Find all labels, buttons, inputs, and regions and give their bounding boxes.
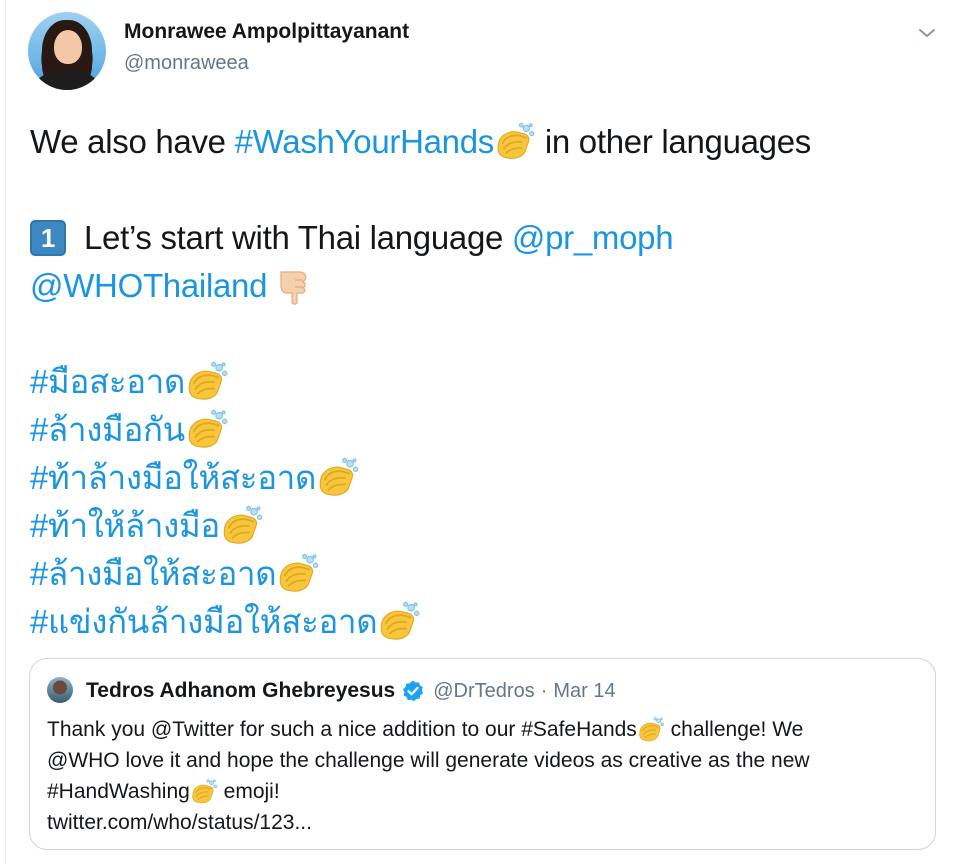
washing-hands-emoji [316, 456, 360, 500]
thai-hashtag-line: #ท้าให้ล้างมือ [30, 502, 930, 550]
hashtag-thai-4[interactable]: #ท้าให้ล้างมือ [30, 502, 220, 550]
verified-badge-icon [403, 680, 424, 702]
quoted-link: twitter.com/who/status/123... [47, 811, 312, 834]
hashtag-thai-3[interactable]: #ท้าล้างมือให้สะอาด [30, 454, 316, 502]
author-avatar[interactable] [28, 12, 106, 90]
quoted-tweet-body: Thank you @Twitter for such a nice addit… [47, 714, 922, 838]
washing-hands-emoji [637, 716, 665, 744]
backhand-index-pointing-down-emoji [280, 271, 307, 305]
tweet-text-suffix: in other languages [535, 123, 811, 160]
quoted-line-2: @WHO love it and hope the challenge will… [47, 745, 922, 776]
thai-hashtag-line: #ล้างมือกัน [30, 406, 930, 454]
hashtag-thai-1[interactable]: #มือสะอาด [30, 358, 185, 406]
quoted-line-1: Thank you @Twitter for such a nice addit… [47, 714, 922, 745]
thai-hashtag-line: #แข่งกันล้างมือให้สะอาด [30, 598, 930, 646]
hashtag-thai-6[interactable]: #แข่งกันล้างมือให้สะอาด [30, 598, 378, 646]
hashtag-thai-5[interactable]: #ล้างมือให้สะอาด [30, 550, 277, 598]
chevron-down-icon [919, 29, 935, 37]
mention-whothailand[interactable]: @WHOThailand [30, 262, 267, 310]
quoted-line-3: #HandWashing emoji! [47, 776, 922, 807]
quoted-line-4: twitter.com/who/status/123... [47, 807, 922, 838]
washing-hands-emoji [494, 121, 536, 163]
hashtag-thai-2[interactable]: #ล้างมือกัน [30, 406, 185, 454]
quoted-author-avatar [47, 677, 73, 703]
separator-dot: · [540, 679, 548, 702]
mention-pr-moph[interactable]: @pr_moph [512, 214, 674, 262]
quoted-text: Thank you @Twitter for such a nice addit… [47, 718, 637, 741]
line-spacer [30, 310, 930, 358]
thai-intro-text: Let’s start with Thai language [84, 219, 512, 256]
quoted-author-handle: @DrTedros [433, 679, 535, 702]
washing-hands-emoji [185, 360, 229, 404]
tweet-text: We also have #WashYourHands in other lan… [30, 118, 930, 646]
quoted-text: emoji! [217, 780, 280, 803]
avatar-face [54, 30, 82, 64]
tweet: Monrawee Ampolpittayanant @monraweea We … [0, 0, 962, 864]
thai-hashtag-line: #มือสะอาด [30, 358, 930, 406]
washing-hands-emoji [185, 408, 229, 452]
quoted-tweet-card[interactable]: Tedros Adhanom Ghebreyesus @DrTedros · M… [29, 658, 936, 850]
washing-hands-emoji [190, 778, 218, 806]
quoted-author-name: Tedros Adhanom Ghebreyesus [86, 679, 396, 702]
washing-hands-emoji [276, 552, 320, 596]
quoted-tweet-date: Mar 14 [553, 679, 616, 702]
tweet-text-prefix: We also have [30, 123, 235, 160]
tweet-line-1: We also have #WashYourHands in other lan… [30, 118, 930, 166]
quoted-text: challenge! We [664, 718, 804, 741]
thai-hashtag-line: #ล้างมือให้สะอาด [30, 550, 930, 598]
quoted-tweet-header: Tedros Adhanom Ghebreyesus @DrTedros · M… [86, 677, 616, 705]
washing-hands-emoji [377, 600, 421, 644]
hashtag-washyourhands[interactable]: #WashYourHands [235, 118, 495, 166]
keycap-one-emoji: 1 [30, 220, 66, 256]
line-spacer [30, 166, 930, 214]
thai-hashtag-line: #ท้าล้างมือให้สะอาด [30, 454, 930, 502]
author-handle[interactable]: @monraweea [124, 52, 249, 75]
quoted-text: #HandWashing [47, 780, 190, 803]
tweet-line-3: @WHOThailand [30, 262, 930, 310]
author-name[interactable]: Monrawee Ampolpittayanant [124, 20, 409, 44]
washing-hands-emoji [220, 504, 264, 548]
tweet-line-2: 1 Let’s start with Thai language @pr_mop… [30, 214, 930, 262]
quoted-text: @WHO love it and hope the challenge will… [47, 749, 810, 772]
tweet-menu-button[interactable] [912, 18, 942, 48]
